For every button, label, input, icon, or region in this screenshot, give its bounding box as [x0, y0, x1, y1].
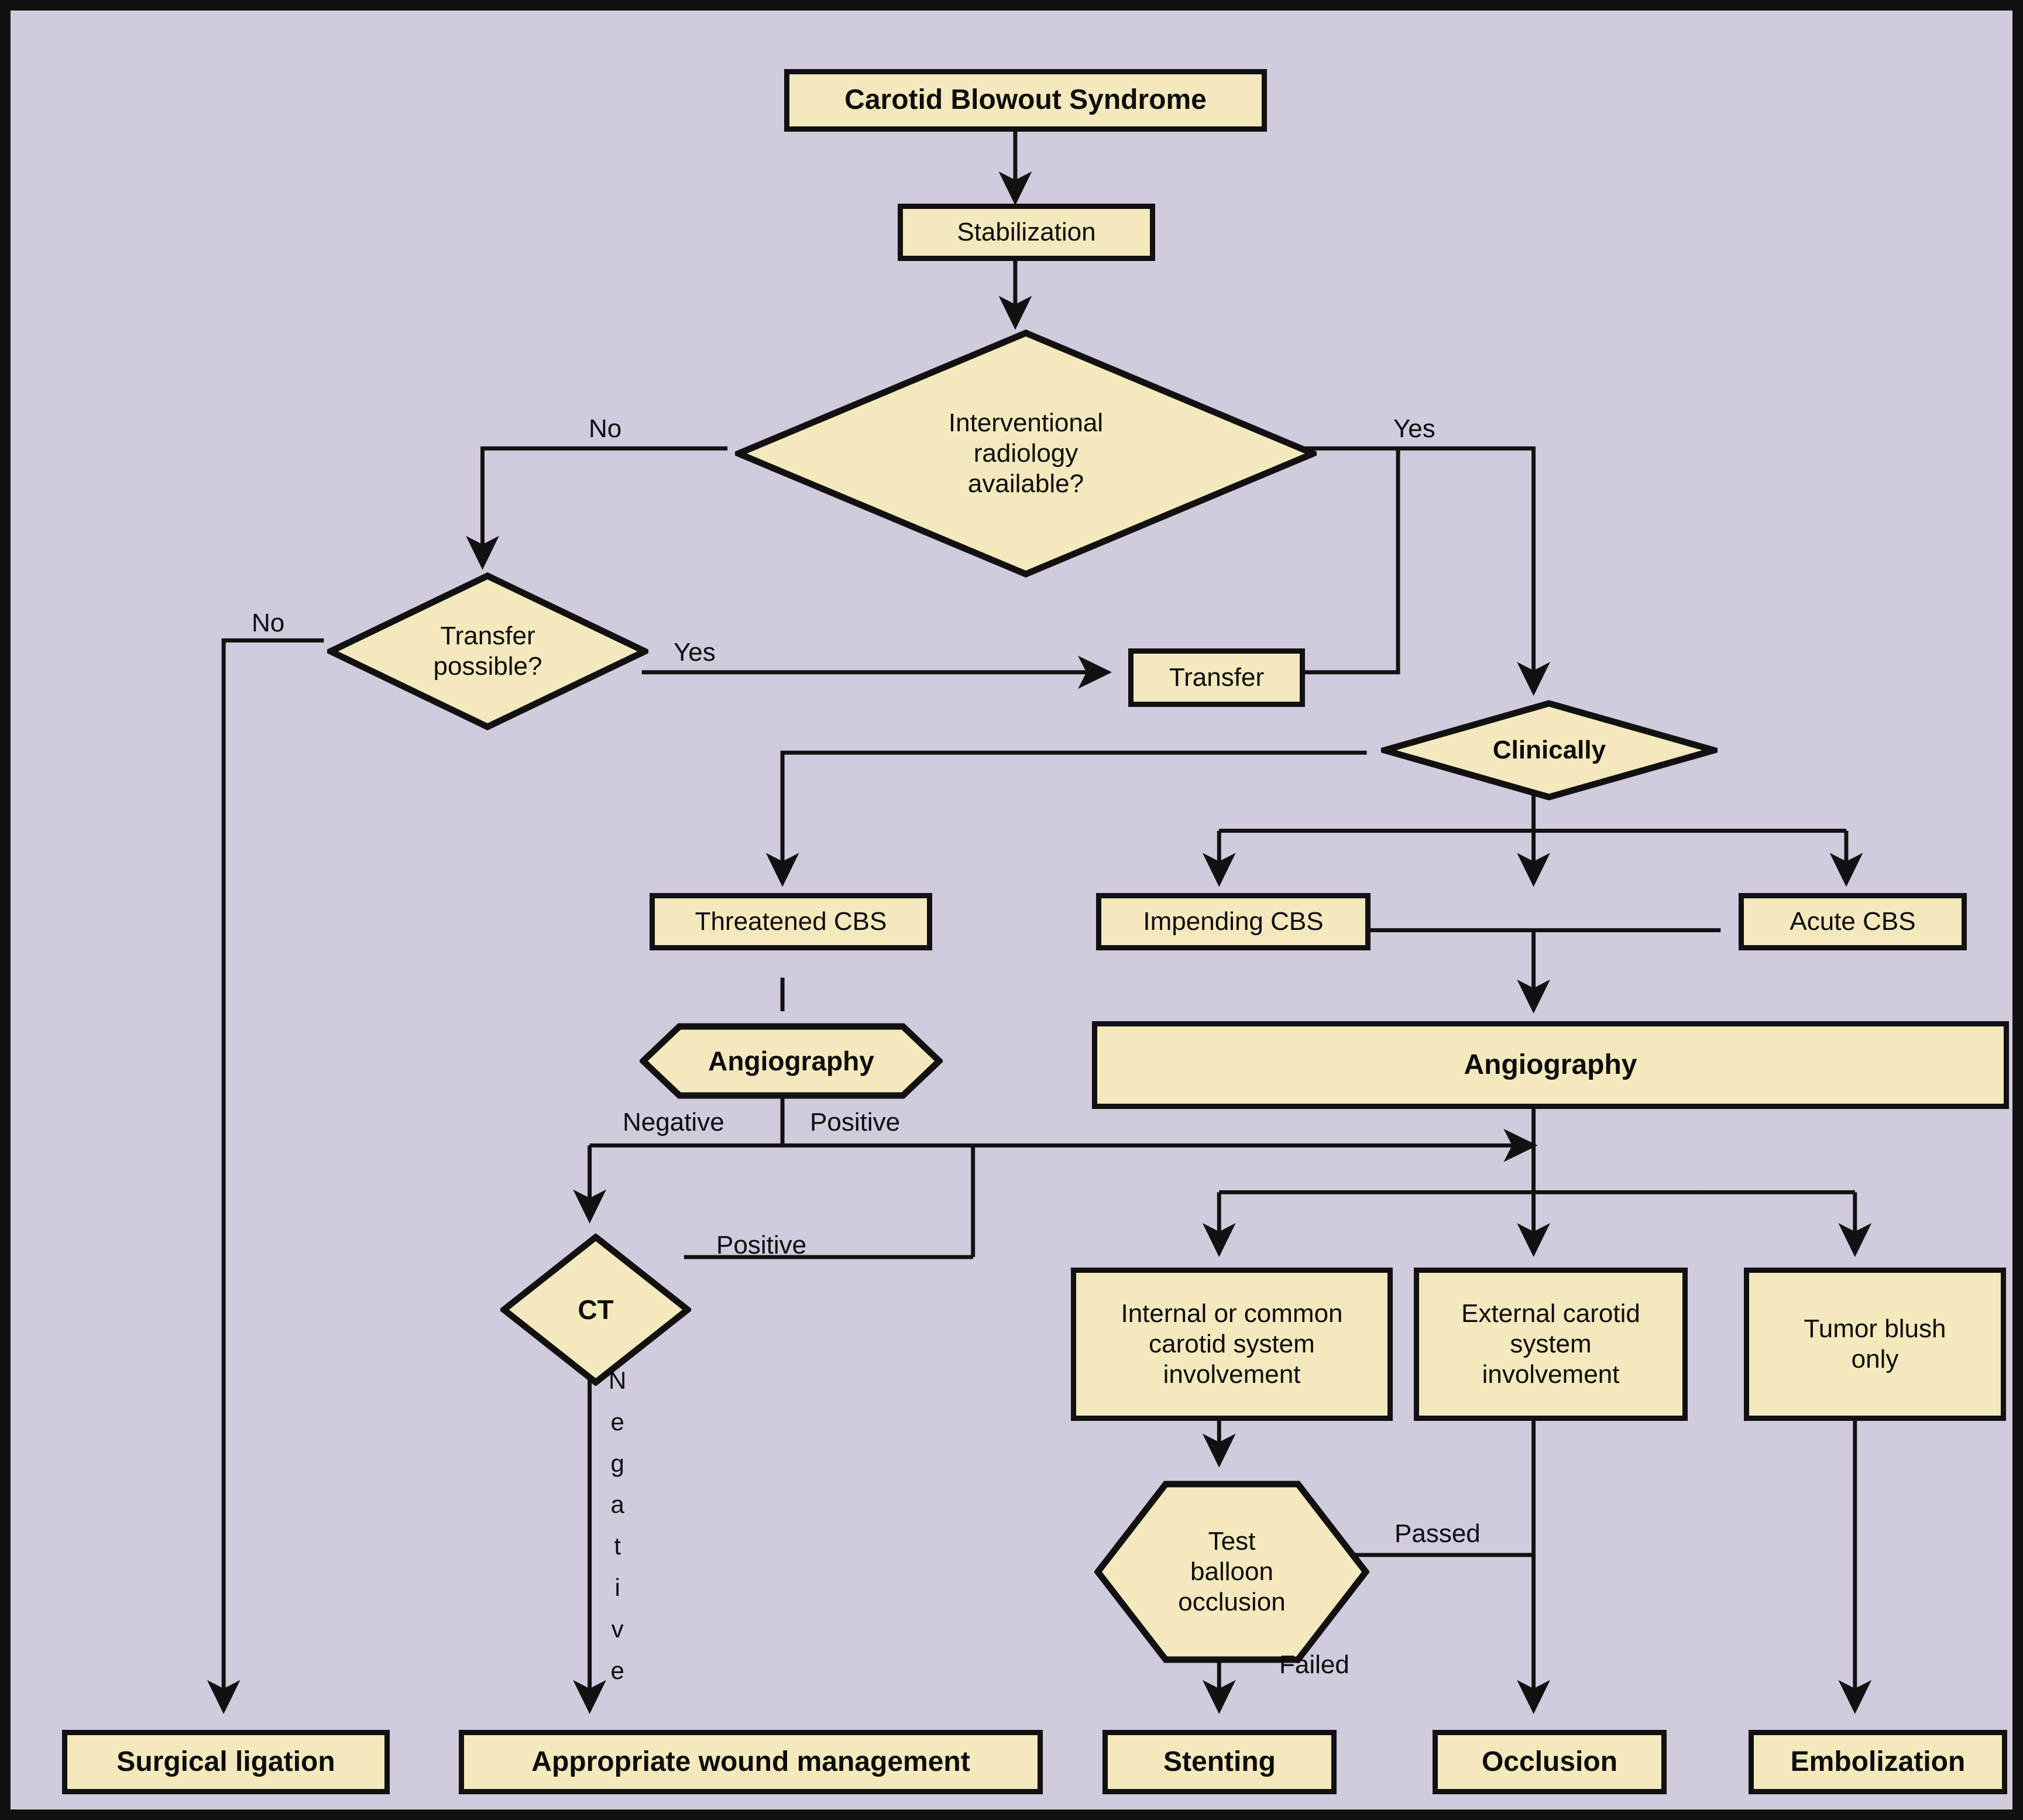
edge-label-ct-negative-letter: e: [610, 1407, 624, 1436]
node-angiography-threatened[interactable]: Angiography: [640, 1023, 943, 1099]
node-label-line1: Transfer: [440, 621, 535, 651]
node-label: Embolization: [1790, 1746, 1966, 1777]
node-label: CT: [578, 1294, 614, 1325]
edge-ir-no: [466, 446, 728, 570]
node-test-balloon-occlusion[interactable]: Test balloon occlusion: [1094, 1481, 1369, 1663]
edge-label-ir-no: No: [589, 414, 622, 443]
node-label: Appropriate wound management: [531, 1746, 970, 1777]
node-label: Stabilization: [957, 218, 1096, 247]
edge-label-ct-negative: Negative: [609, 1368, 626, 1700]
node-label: Interventional radiology available?: [735, 408, 1317, 499]
node-angiography-main[interactable]: Angiography: [1092, 1021, 2009, 1109]
edge-label-transfer-yes: Yes: [674, 638, 716, 667]
edge-label-ct-negative-letter: t: [614, 1532, 621, 1560]
node-appropriate-wound-management[interactable]: Appropriate wound management: [459, 1730, 1043, 1794]
node-label: Transfer possible?: [327, 621, 648, 682]
node-label: Carotid Blowout Syndrome: [844, 84, 1207, 116]
edge-label-ct-negative-letter: e: [610, 1656, 624, 1684]
connector-layer: [207, 129, 1872, 1714]
edge-transfer-no: [207, 638, 324, 1714]
node-label-line3: occlusion: [1178, 1587, 1286, 1616]
node-label-line1: External carotid: [1461, 1299, 1640, 1328]
node-label-line1: Internal or common: [1121, 1299, 1343, 1328]
edge-label-ct-negative-letter: N: [609, 1366, 627, 1394]
node-transfer[interactable]: Transfer: [1128, 648, 1305, 707]
node-label: Clinically: [1492, 736, 1606, 765]
node-label: Transfer: [1169, 663, 1265, 692]
node-stenting[interactable]: Stenting: [1102, 1730, 1337, 1794]
node-carotid-blowout-syndrome[interactable]: Carotid Blowout Syndrome: [784, 69, 1267, 132]
edge-label-tbo-failed: Failed: [1279, 1650, 1349, 1679]
node-label-line2: balloon: [1190, 1557, 1273, 1587]
node-label: External carotid system involvement: [1453, 1299, 1648, 1390]
node-internal-common-carotid[interactable]: Internal or common carotid system involv…: [1071, 1268, 1393, 1421]
node-clinically[interactable]: Clinically: [1381, 700, 1718, 801]
node-label-line1: Tumor blush: [1804, 1314, 1946, 1344]
node-stabilization[interactable]: Stabilization: [898, 204, 1155, 261]
node-label: Threatened CBS: [695, 907, 887, 936]
node-label: Internal or common carotid system involv…: [1112, 1299, 1351, 1390]
edge-label-angiography-negative: Negative: [623, 1108, 724, 1136]
edge-label-transfer-no: No: [252, 609, 285, 637]
node-label: Angiography: [1464, 1049, 1637, 1080]
flowchart-canvas: Carotid Blowout Syndrome Stabilization I…: [0, 0, 2023, 1820]
node-label: Test balloon occlusion: [1094, 1526, 1369, 1618]
node-label-line3: available?: [967, 469, 1084, 498]
node-label-line2: radiology: [973, 439, 1079, 468]
node-tumor-blush-only[interactable]: Tumor blush only: [1744, 1268, 2006, 1421]
node-label: Occlusion: [1481, 1746, 1618, 1777]
node-occlusion[interactable]: Occlusion: [1433, 1730, 1667, 1794]
edge-label-tbo-passed: Passed: [1395, 1519, 1481, 1548]
node-label: Tumor blush only: [1796, 1314, 1955, 1375]
edge-label-ct-positive: Positive: [716, 1231, 807, 1259]
node-label: Impending CBS: [1143, 907, 1324, 936]
node-ct[interactable]: CT: [500, 1234, 691, 1386]
edge-label-ct-negative-letter: g: [610, 1449, 624, 1477]
node-label-line1: Test: [1208, 1527, 1256, 1556]
node-label-line1: Interventional: [948, 408, 1104, 438]
edge-label-ct-negative-letter: v: [611, 1615, 624, 1643]
edge-ir-yes: [1303, 446, 1551, 696]
node-label: Acute CBS: [1790, 907, 1916, 936]
edge-clinically-threatened: [765, 750, 1367, 887]
edge-label-ir-yes: Yes: [1393, 414, 1435, 443]
edge-label-ct-negative-letter: a: [610, 1491, 624, 1519]
node-label-line2: carotid system: [1149, 1330, 1315, 1359]
node-acute-cbs[interactable]: Acute CBS: [1739, 893, 1967, 950]
node-impending-cbs[interactable]: Impending CBS: [1096, 893, 1371, 950]
node-label-line3: involvement: [1482, 1359, 1620, 1389]
node-embolization[interactable]: Embolization: [1749, 1730, 2007, 1794]
node-label: Surgical ligation: [116, 1746, 335, 1777]
node-label: Angiography: [708, 1045, 874, 1076]
node-external-carotid[interactable]: External carotid system involvement: [1414, 1268, 1688, 1421]
node-interventional-radiology-available[interactable]: Interventional radiology available?: [735, 329, 1317, 578]
node-label-line2: system: [1510, 1330, 1592, 1359]
edge-label-angiography-positive: Positive: [810, 1108, 901, 1136]
node-threatened-cbs[interactable]: Threatened CBS: [650, 893, 932, 950]
node-surgical-ligation[interactable]: Surgical ligation: [62, 1730, 390, 1794]
node-transfer-possible[interactable]: Transfer possible?: [327, 572, 648, 730]
node-label-line2: possible?: [433, 652, 542, 681]
node-label-line3: involvement: [1163, 1359, 1301, 1389]
node-label-line2: only: [1851, 1345, 1899, 1373]
edge-label-ct-negative-letter: i: [614, 1574, 620, 1602]
node-label: Stenting: [1163, 1746, 1276, 1777]
